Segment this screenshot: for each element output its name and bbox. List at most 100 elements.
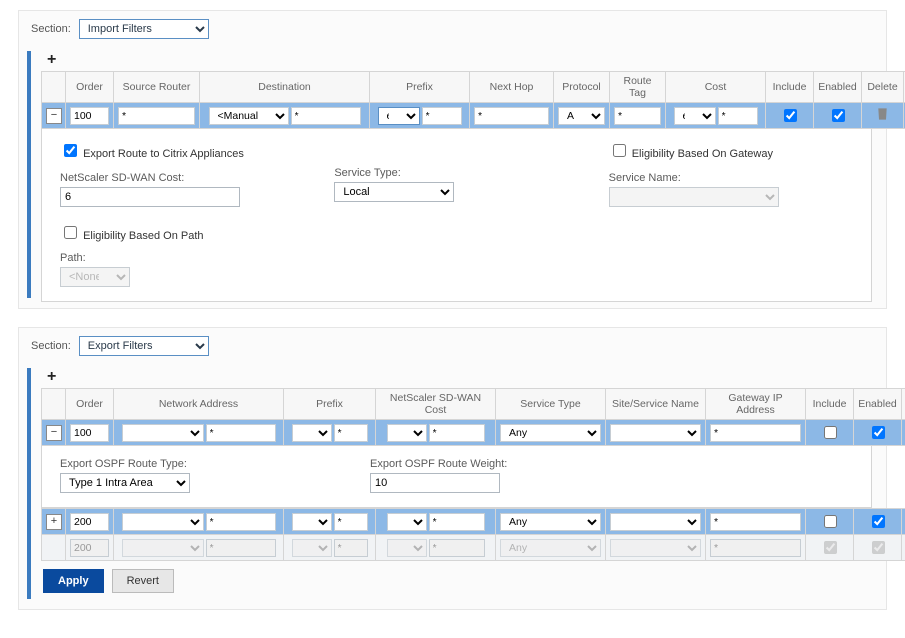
delete-icon[interactable]: [876, 107, 890, 121]
collapse-icon[interactable]: −: [46, 425, 62, 441]
cost-val-input[interactable]: [718, 107, 758, 125]
export-to-appliances-checkbox[interactable]: [64, 144, 77, 157]
add-export-row[interactable]: +: [41, 362, 872, 388]
order-input: [70, 539, 109, 557]
revert-button[interactable]: Revert: [112, 569, 174, 593]
col-route-tag: Route Tag: [610, 72, 666, 103]
expand-icon[interactable]: +: [46, 514, 62, 530]
order-input[interactable]: [70, 424, 109, 442]
col-delete: Delete: [902, 389, 905, 420]
gateway-ip-input[interactable]: [710, 513, 801, 531]
col-sdwan-cost: NetScaler SD-WAN Cost: [376, 389, 496, 420]
network-select: [122, 539, 204, 557]
export-row[interactable]: + eq eq Any: [42, 509, 905, 535]
source-router-input[interactable]: [118, 107, 195, 125]
include-checkbox[interactable]: [824, 426, 837, 439]
network-select[interactable]: [122, 424, 204, 442]
cost-op-select[interactable]: eq: [387, 513, 427, 531]
export-details: Export OSPF Route Type: Type 1 Intra Are…: [41, 446, 872, 508]
export-row[interactable]: − eq eq Any: [42, 420, 905, 446]
elig-path-field[interactable]: Eligibility Based On Path: [60, 230, 204, 242]
col-order: Order: [66, 389, 114, 420]
prefix-val-input: [334, 539, 368, 557]
col-next-hop: Next Hop: [470, 72, 554, 103]
cost-op-select[interactable]: eq: [387, 424, 427, 442]
col-gateway-ip: Gateway IP Address: [706, 389, 806, 420]
destination-select[interactable]: <Manual>: [209, 107, 289, 125]
enabled-checkbox[interactable]: [872, 515, 885, 528]
col-protocol: Protocol: [554, 72, 610, 103]
export-filters-table: Order Network Address Prefix NetScaler S…: [41, 388, 905, 446]
path-label: Path:: [60, 252, 304, 264]
ospf-type-select[interactable]: Type 1 Intra Area: [60, 473, 190, 493]
col-service-type: Service Type: [496, 389, 606, 420]
protocol-select[interactable]: Any: [558, 107, 605, 125]
prefix-op-select[interactable]: eq: [292, 424, 332, 442]
col-network: Network Address: [114, 389, 284, 420]
site-service-select: [610, 539, 701, 557]
order-input[interactable]: [70, 107, 109, 125]
import-details: Export Route to Citrix Appliances NetSca…: [41, 129, 872, 302]
export-row[interactable]: eq eq Any: [42, 535, 905, 561]
cost-op-select[interactable]: eq: [674, 107, 716, 125]
network-input: [206, 539, 276, 557]
cost-val-input[interactable]: [429, 513, 485, 531]
site-service-select[interactable]: [610, 513, 701, 531]
col-enabled: Enabled: [814, 72, 862, 103]
prefix-op-select[interactable]: eq: [292, 513, 332, 531]
apply-button[interactable]: Apply: [43, 569, 104, 593]
service-name-select: [609, 187, 779, 207]
elig-gateway-checkbox[interactable]: [613, 144, 626, 157]
service-type-select: Any: [500, 539, 601, 557]
export-to-appliances-field[interactable]: Export Route to Citrix Appliances: [60, 148, 244, 160]
add-import-row[interactable]: +: [41, 45, 872, 71]
section-label: Section:: [31, 340, 71, 352]
cost-op-select: eq: [387, 539, 427, 557]
prefix-op-select: eq: [292, 539, 332, 557]
cost-val-input[interactable]: [429, 424, 485, 442]
sdwan-cost-input[interactable]: [60, 187, 240, 207]
col-enabled: Enabled: [854, 389, 902, 420]
cost-val-input: [429, 539, 485, 557]
elig-path-checkbox[interactable]: [64, 226, 77, 239]
destination-input[interactable]: [291, 107, 361, 125]
sdwan-cost-label: NetScaler SD-WAN Cost:: [60, 172, 304, 184]
prefix-op-select[interactable]: eq: [378, 107, 420, 125]
ospf-weight-label: Export OSPF Route Weight:: [370, 458, 507, 470]
service-type-select[interactable]: Local: [334, 182, 454, 202]
enabled-checkbox: [872, 541, 885, 554]
col-delete: Delete: [862, 72, 904, 103]
export-filters-panel: Section: Export Filters + Order Network …: [18, 327, 887, 610]
service-type-select[interactable]: Any: [500, 513, 601, 531]
order-input[interactable]: [70, 513, 109, 531]
prefix-val-input[interactable]: [334, 424, 368, 442]
prefix-val-input[interactable]: [334, 513, 368, 531]
enabled-checkbox[interactable]: [872, 426, 885, 439]
network-select[interactable]: [122, 513, 204, 531]
col-include: Include: [766, 72, 814, 103]
section-select-import[interactable]: Import Filters: [79, 19, 209, 39]
prefix-val-input[interactable]: [422, 107, 462, 125]
service-type-select[interactable]: Any: [500, 424, 601, 442]
include-checkbox: [824, 541, 837, 554]
gateway-ip-input[interactable]: [710, 424, 801, 442]
enabled-checkbox[interactable]: [832, 109, 845, 122]
col-source-router: Source Router: [114, 72, 200, 103]
col-site-service: Site/Service Name: [606, 389, 706, 420]
import-filters-table: Order Source Router Destination Prefix N…: [41, 71, 905, 129]
include-checkbox[interactable]: [824, 515, 837, 528]
site-service-select[interactable]: [610, 424, 701, 442]
service-name-label: Service Name:: [609, 172, 853, 184]
include-checkbox[interactable]: [784, 109, 797, 122]
section-select-export[interactable]: Export Filters: [79, 336, 209, 356]
section-label: Section:: [31, 23, 71, 35]
network-input[interactable]: [206, 513, 276, 531]
col-prefix: Prefix: [370, 72, 470, 103]
import-row[interactable]: − <Manual> eq Any eq: [42, 103, 905, 129]
collapse-icon[interactable]: −: [46, 108, 62, 124]
elig-gateway-field[interactable]: Eligibility Based On Gateway: [609, 148, 773, 160]
route-tag-input[interactable]: [614, 107, 661, 125]
ospf-weight-input[interactable]: [370, 473, 500, 493]
network-input[interactable]: [206, 424, 276, 442]
next-hop-input[interactable]: [474, 107, 549, 125]
